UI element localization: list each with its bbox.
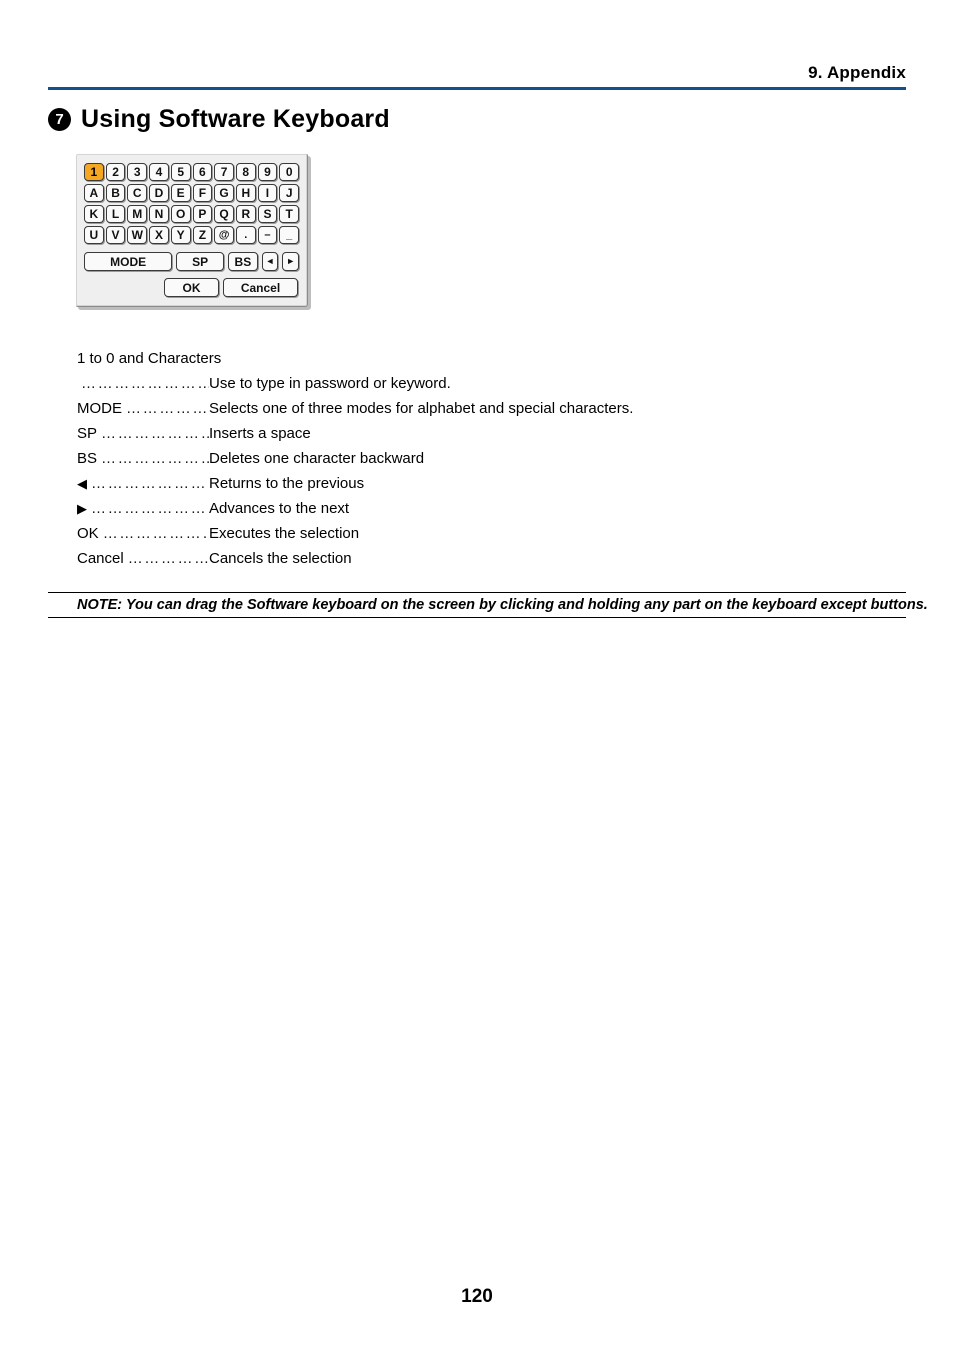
key-period[interactable]: . bbox=[235, 226, 256, 244]
description-sp: Inserts a space bbox=[209, 425, 311, 442]
section-number-badge: 7 bbox=[48, 108, 71, 131]
key-8[interactable]: 8 bbox=[235, 163, 256, 181]
key-r[interactable]: R bbox=[235, 205, 256, 223]
key-5[interactable]: 5 bbox=[170, 163, 191, 181]
list-item: OK …………………… Executes the selection bbox=[77, 521, 837, 546]
space-button[interactable]: SP bbox=[176, 252, 225, 271]
key-i[interactable]: I bbox=[257, 184, 278, 202]
keyboard-row-functions: MODE SP BS ◄ ► bbox=[84, 252, 299, 271]
key-9[interactable]: 9 bbox=[257, 163, 278, 181]
keyboard-row-a-j: A B C D E F G H I J bbox=[84, 184, 300, 202]
key-v[interactable]: V bbox=[105, 226, 126, 244]
keyboard-row-k-t: K L M N O P Q R S T bbox=[84, 205, 300, 223]
section-heading: 7 Using Software Keyboard bbox=[48, 105, 390, 134]
description-bs: Deletes one character backward bbox=[209, 450, 425, 467]
keyboard-row-u-symbols: U V W X Y Z @ . – _ bbox=[84, 226, 300, 244]
left-arrow-icon[interactable]: ◄ bbox=[261, 252, 279, 271]
right-arrow-icon: ▶ bbox=[77, 501, 87, 516]
key-2[interactable]: 2 bbox=[105, 163, 126, 181]
description-left-arrow: Returns to the previous bbox=[209, 475, 365, 492]
description-mode: Selects one of three modes for alphabet … bbox=[209, 400, 634, 417]
software-keyboard-figure: 1 2 3 4 5 6 7 8 9 0 A B C D E F G H I J … bbox=[75, 153, 308, 307]
list-item: SP …………………… Inserts a space bbox=[77, 421, 837, 446]
key-b[interactable]: B bbox=[105, 184, 126, 202]
description-cancel: Cancels the selection bbox=[209, 550, 352, 567]
keyboard-row-digits: 1 2 3 4 5 6 7 8 9 0 bbox=[84, 163, 300, 181]
key-hyphen[interactable]: – bbox=[257, 226, 278, 244]
key-f[interactable]: F bbox=[192, 184, 213, 202]
key-u[interactable]: U bbox=[84, 226, 104, 244]
key-descriptions-list: 1 to 0 and Characters ……………………… Use to t… bbox=[77, 346, 837, 571]
key-6[interactable]: 6 bbox=[192, 163, 213, 181]
right-arrow-icon[interactable]: ► bbox=[282, 252, 299, 271]
section-title: Using Software Keyboard bbox=[81, 105, 390, 133]
page-number: 120 bbox=[461, 1286, 493, 1307]
key-s[interactable]: S bbox=[257, 205, 278, 223]
description-right-arrow: Advances to the next bbox=[209, 500, 350, 517]
key-c[interactable]: C bbox=[127, 184, 148, 202]
list-item: ……………………… Use to type in password or key… bbox=[77, 371, 837, 396]
left-arrow-icon: ◀ bbox=[77, 476, 87, 491]
chapter-title: 9. Appendix bbox=[808, 63, 906, 82]
key-0[interactable]: 0 bbox=[279, 163, 300, 181]
key-t[interactable]: T bbox=[279, 205, 300, 223]
list-item: BS …………………… Deletes one character backwa… bbox=[77, 446, 837, 471]
description-ok: Executes the selection bbox=[209, 525, 360, 542]
keyboard-row-confirm: OK Cancel bbox=[84, 278, 299, 297]
mode-button[interactable]: MODE bbox=[84, 252, 173, 271]
key-q[interactable]: Q bbox=[214, 205, 234, 223]
key-o[interactable]: O bbox=[170, 205, 191, 223]
term-characters: ……………………… bbox=[81, 375, 209, 392]
note-block: NOTE: You can drag the Software keyboard… bbox=[48, 592, 928, 618]
key-a[interactable]: A bbox=[84, 184, 104, 202]
list-item: ◀ …………………… Returns to the previous bbox=[77, 471, 837, 496]
key-z[interactable]: Z bbox=[192, 226, 213, 244]
backspace-button[interactable]: BS bbox=[228, 252, 258, 271]
key-e[interactable]: E bbox=[170, 184, 191, 202]
list-item: MODE ………………… Selects one of three modes … bbox=[77, 396, 837, 421]
key-p[interactable]: P bbox=[192, 205, 213, 223]
software-keyboard-panel[interactable]: 1 2 3 4 5 6 7 8 9 0 A B C D E F G H I J … bbox=[75, 153, 308, 307]
list-item: Cancel ……………… Cancels the selection bbox=[77, 546, 837, 571]
key-l[interactable]: L bbox=[105, 205, 126, 223]
term-sp: SP …………………… bbox=[77, 425, 209, 442]
key-k[interactable]: K bbox=[84, 205, 104, 223]
term-ok: OK …………………… bbox=[77, 525, 209, 542]
key-m[interactable]: M bbox=[127, 205, 148, 223]
key-g[interactable]: G bbox=[214, 184, 234, 202]
list-item: ▶ …………………… Advances to the next bbox=[77, 496, 837, 521]
term-cancel: Cancel ……………… bbox=[77, 550, 209, 567]
term-mode: MODE ………………… bbox=[77, 400, 209, 417]
key-d[interactable]: D bbox=[149, 184, 169, 202]
key-y[interactable]: Y bbox=[170, 226, 191, 244]
key-1[interactable]: 1 bbox=[84, 163, 104, 181]
page-header: 9. Appendix bbox=[48, 62, 906, 90]
key-at-sign[interactable]: @ bbox=[214, 226, 234, 244]
term-bs: BS …………………… bbox=[77, 450, 209, 467]
key-h[interactable]: H bbox=[235, 184, 256, 202]
key-n[interactable]: N bbox=[149, 205, 169, 223]
key-underscore[interactable]: _ bbox=[279, 226, 300, 244]
key-w[interactable]: W bbox=[127, 226, 148, 244]
term-right-arrow: ▶ …………………… bbox=[77, 496, 209, 521]
characters-intro-label: 1 to 0 and Characters bbox=[77, 350, 222, 367]
list-item: 1 to 0 and Characters bbox=[77, 346, 837, 371]
key-7[interactable]: 7 bbox=[214, 163, 234, 181]
key-4[interactable]: 4 bbox=[149, 163, 169, 181]
key-3[interactable]: 3 bbox=[127, 163, 148, 181]
cancel-button[interactable]: Cancel bbox=[223, 278, 298, 297]
term-left-arrow: ◀ …………………… bbox=[77, 471, 209, 496]
key-j[interactable]: J bbox=[279, 184, 300, 202]
ok-button[interactable]: OK bbox=[164, 278, 219, 297]
key-x[interactable]: X bbox=[149, 226, 169, 244]
note-text: NOTE: You can drag the Software keyboard… bbox=[77, 597, 928, 613]
header-divider-rule bbox=[48, 87, 906, 90]
description-characters: Use to type in password or keyword. bbox=[209, 375, 451, 392]
note-bottom-rule bbox=[48, 617, 906, 618]
